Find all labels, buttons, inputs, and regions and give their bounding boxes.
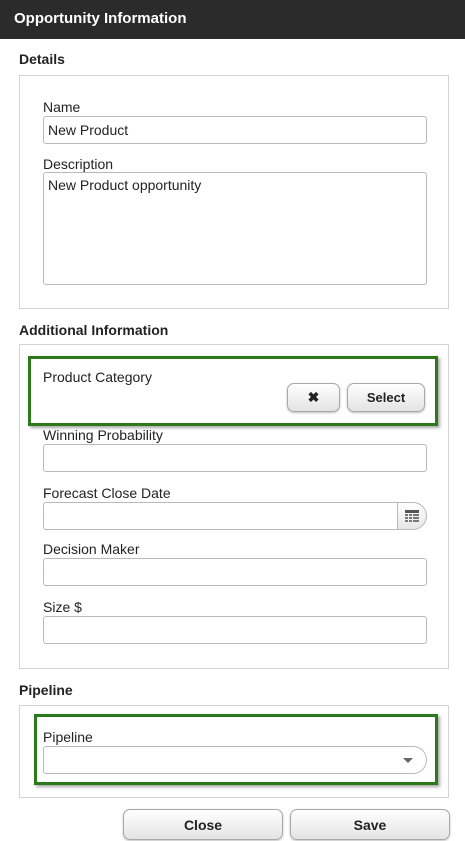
clear-product-category-button[interactable]: ✖ bbox=[287, 383, 340, 412]
forecast-close-date-label: Forecast Close Date bbox=[43, 485, 171, 501]
description-label: Description bbox=[43, 156, 114, 172]
additional-information-heading: Additional Information bbox=[19, 322, 169, 338]
decision-maker-field[interactable] bbox=[43, 558, 427, 586]
forecast-close-date-field[interactable] bbox=[43, 502, 399, 530]
size-field[interactable] bbox=[43, 616, 427, 644]
save-button[interactable]: Save bbox=[290, 809, 450, 840]
winning-probability-label: Winning Probability bbox=[43, 427, 163, 443]
decision-maker-label: Decision Maker bbox=[43, 541, 140, 557]
size-label: Size $ bbox=[43, 599, 82, 615]
pipeline-select[interactable] bbox=[43, 746, 427, 774]
date-picker-button[interactable] bbox=[397, 502, 427, 530]
close-icon: ✖ bbox=[307, 389, 320, 405]
dialog-title: Opportunity Information bbox=[14, 10, 187, 27]
dialog-title-bar: Opportunity Information bbox=[0, 0, 465, 39]
pipeline-label: Pipeline bbox=[43, 729, 93, 745]
details-heading: Details bbox=[19, 51, 65, 67]
product-category-label: Product Category bbox=[43, 369, 152, 385]
chevron-down-icon bbox=[403, 758, 413, 763]
pipeline-heading: Pipeline bbox=[19, 682, 73, 698]
calendar-icon bbox=[405, 510, 419, 522]
description-field[interactable]: New Product opportunity bbox=[43, 172, 427, 285]
close-button[interactable]: Close bbox=[123, 809, 283, 840]
name-field[interactable] bbox=[43, 116, 427, 144]
select-product-category-button[interactable]: Select bbox=[347, 383, 425, 412]
winning-probability-field[interactable] bbox=[43, 444, 427, 472]
name-label: Name bbox=[43, 99, 81, 115]
